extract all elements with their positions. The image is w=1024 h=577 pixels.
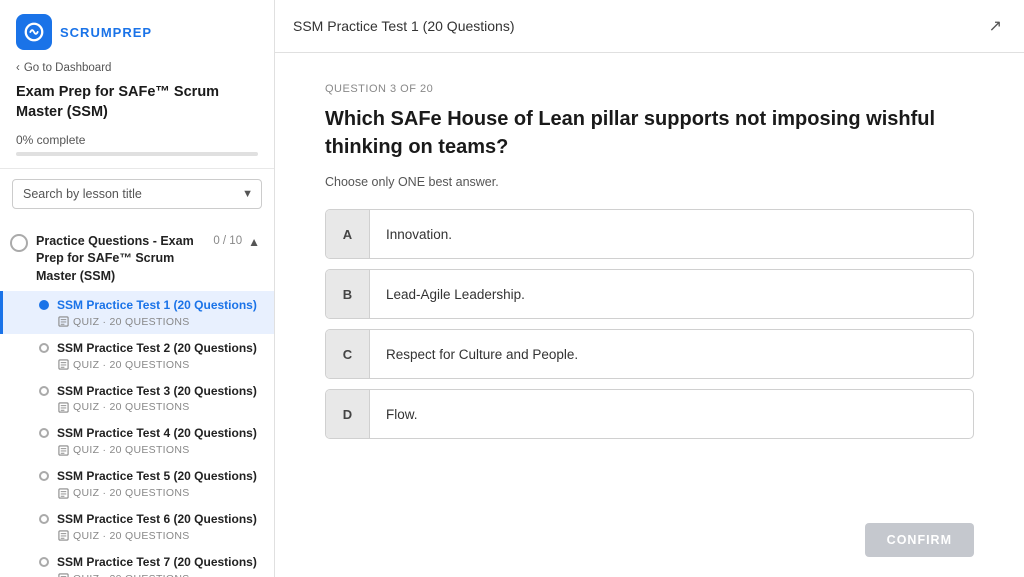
lesson-sub: QUIZ · 20 QUESTIONS <box>57 444 257 456</box>
lesson-content: SSM Practice Test 1 (20 Questions) QUIZ … <box>57 297 257 328</box>
lesson-title: SSM Practice Test 2 (20 Questions) <box>57 340 257 357</box>
answer-options: A Innovation. B Lead-Agile Leadership. C… <box>325 209 974 439</box>
lesson-dot <box>39 343 49 353</box>
lesson-dot <box>39 428 49 438</box>
lesson-meta: QUIZ · 20 QUESTIONS <box>73 530 190 542</box>
lesson-sub: QUIZ · 20 QUESTIONS <box>57 316 257 328</box>
option-letter: B <box>326 270 370 318</box>
lesson-sub: QUIZ · 20 QUESTIONS <box>57 401 257 413</box>
lesson-item[interactable]: SSM Practice Test 1 (20 Questions) QUIZ … <box>0 291 274 334</box>
progress-label: 0% complete <box>16 133 258 147</box>
question-text: Which SAFe House of Lean pillar supports… <box>325 105 974 161</box>
section-title: Practice Questions - Exam Prep for SAFe™… <box>36 233 213 286</box>
answer-option[interactable]: B Lead-Agile Leadership. <box>325 269 974 319</box>
section-left: Practice Questions - Exam Prep for SAFe™… <box>10 233 213 286</box>
back-to-dashboard-link[interactable]: ‹ Go to Dashboard <box>16 62 258 74</box>
lesson-list: SSM Practice Test 1 (20 Questions) QUIZ … <box>0 291 274 577</box>
lesson-dot <box>39 386 49 396</box>
logo-icon <box>16 14 52 50</box>
lesson-search-select[interactable]: Search by lesson title <box>12 179 262 209</box>
confirm-area: CONFIRM <box>275 523 1024 577</box>
section-circle <box>10 234 28 252</box>
lesson-item[interactable]: SSM Practice Test 4 (20 Questions) QUIZ … <box>0 419 274 462</box>
answer-option[interactable]: D Flow. <box>325 389 974 439</box>
option-text: Lead-Agile Leadership. <box>370 275 541 314</box>
lesson-item[interactable]: SSM Practice Test 2 (20 Questions) QUIZ … <box>0 334 274 377</box>
lesson-content: SSM Practice Test 2 (20 Questions) QUIZ … <box>57 340 257 371</box>
progress-bar-background <box>16 152 258 156</box>
lesson-dot <box>39 300 49 310</box>
answer-option[interactable]: C Respect for Culture and People. <box>325 329 974 379</box>
lesson-meta: QUIZ · 20 QUESTIONS <box>73 359 190 371</box>
lesson-meta: QUIZ · 20 QUESTIONS <box>73 316 190 328</box>
lesson-sub: QUIZ · 20 QUESTIONS <box>57 487 257 499</box>
question-number: QUESTION 3 OF 20 <box>325 83 974 95</box>
lesson-sub: QUIZ · 20 QUESTIONS <box>57 359 257 371</box>
expand-button[interactable]: ↗ <box>985 14 1006 38</box>
section-count: 0 / 10 <box>213 235 242 247</box>
main-content: SSM Practice Test 1 (20 Questions) ↗ QUE… <box>275 0 1024 577</box>
lesson-dot <box>39 514 49 524</box>
sidebar-header: SCRUMPREP ‹ Go to Dashboard Exam Prep fo… <box>0 0 274 169</box>
lesson-meta: QUIZ · 20 QUESTIONS <box>73 444 190 456</box>
lesson-meta: QUIZ · 20 QUESTIONS <box>73 573 190 577</box>
modal-header: SSM Practice Test 1 (20 Questions) ↗ <box>275 0 1024 53</box>
option-letter: C <box>326 330 370 378</box>
quiz-icon <box>57 316 69 328</box>
logo-area: SCRUMPREP <box>16 14 258 50</box>
quiz-icon <box>57 359 69 371</box>
option-letter: D <box>326 390 370 438</box>
lesson-sub: QUIZ · 20 QUESTIONS <box>57 573 257 577</box>
instruction: Choose only ONE best answer. <box>325 175 974 189</box>
course-title: Exam Prep for SAFe™ Scrum Master (SSM) <box>16 82 258 123</box>
brand-name: SCRUMPREP <box>60 25 152 40</box>
option-letter: A <box>326 210 370 258</box>
lesson-content: SSM Practice Test 3 (20 Questions) QUIZ … <box>57 383 257 414</box>
lesson-meta: QUIZ · 20 QUESTIONS <box>73 487 190 499</box>
sidebar-content: Practice Questions - Exam Prep for SAFe™… <box>0 219 274 577</box>
quiz-icon <box>57 487 69 499</box>
answer-option[interactable]: A Innovation. <box>325 209 974 259</box>
sidebar: SCRUMPREP ‹ Go to Dashboard Exam Prep fo… <box>0 0 275 577</box>
lesson-title: SSM Practice Test 7 (20 Questions) <box>57 554 257 571</box>
lesson-item[interactable]: SSM Practice Test 7 (20 Questions) QUIZ … <box>0 548 274 577</box>
search-box[interactable]: Search by lesson title ▼ <box>12 179 262 209</box>
lesson-item[interactable]: SSM Practice Test 5 (20 Questions) QUIZ … <box>0 462 274 505</box>
lesson-content: SSM Practice Test 6 (20 Questions) QUIZ … <box>57 511 257 542</box>
quiz-icon <box>57 401 69 413</box>
lesson-title: SSM Practice Test 5 (20 Questions) <box>57 468 257 485</box>
modal-title: SSM Practice Test 1 (20 Questions) <box>293 18 515 34</box>
lesson-title: SSM Practice Test 6 (20 Questions) <box>57 511 257 528</box>
lesson-item[interactable]: SSM Practice Test 3 (20 Questions) QUIZ … <box>0 377 274 420</box>
lesson-content: SSM Practice Test 7 (20 Questions) QUIZ … <box>57 554 257 577</box>
option-text: Flow. <box>370 395 434 434</box>
question-area: QUESTION 3 OF 20 Which SAFe House of Lea… <box>275 53 1024 523</box>
section-header[interactable]: Practice Questions - Exam Prep for SAFe™… <box>0 227 274 292</box>
section-meta: 0 / 10 ▲ <box>213 233 260 249</box>
lesson-title: SSM Practice Test 3 (20 Questions) <box>57 383 257 400</box>
lesson-item[interactable]: SSM Practice Test 6 (20 Questions) QUIZ … <box>0 505 274 548</box>
lesson-title: SSM Practice Test 4 (20 Questions) <box>57 425 257 442</box>
section-chevron-icon: ▲ <box>248 235 260 249</box>
option-text: Innovation. <box>370 215 468 254</box>
back-label: Go to Dashboard <box>24 62 112 74</box>
lesson-dot <box>39 557 49 567</box>
quiz-icon <box>57 444 69 456</box>
option-text: Respect for Culture and People. <box>370 335 594 374</box>
quiz-icon <box>57 530 69 542</box>
quiz-icon <box>57 573 69 577</box>
lesson-sub: QUIZ · 20 QUESTIONS <box>57 530 257 542</box>
lesson-meta: QUIZ · 20 QUESTIONS <box>73 401 190 413</box>
chevron-left-icon: ‹ <box>16 62 20 74</box>
lesson-content: SSM Practice Test 4 (20 Questions) QUIZ … <box>57 425 257 456</box>
lesson-title: SSM Practice Test 1 (20 Questions) <box>57 297 257 314</box>
confirm-button[interactable]: CONFIRM <box>865 523 974 557</box>
lesson-dot <box>39 471 49 481</box>
lesson-content: SSM Practice Test 5 (20 Questions) QUIZ … <box>57 468 257 499</box>
